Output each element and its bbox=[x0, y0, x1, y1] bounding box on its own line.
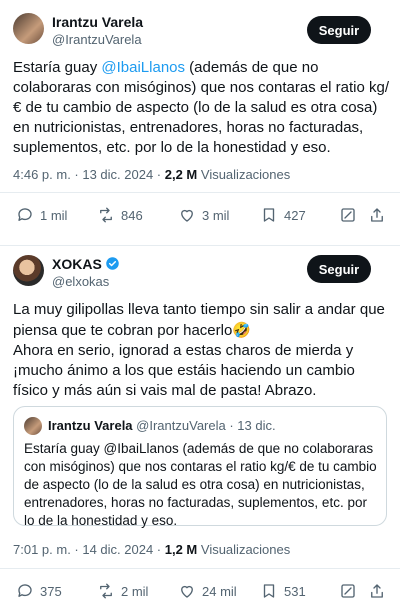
quoted-author-name: Irantzu Varela bbox=[48, 418, 133, 433]
like-count: 24 mil bbox=[202, 583, 237, 599]
reply-icon bbox=[18, 584, 32, 597]
tweet-irantzu[interactable]: Irantzu Varela @IrantzuVarela Seguir Est… bbox=[0, 0, 400, 246]
share-button[interactable] bbox=[368, 579, 386, 603]
share-icon bbox=[371, 584, 383, 598]
views-count: 1,2 M bbox=[164, 542, 198, 557]
quoted-text: Estaría guay @IbaiLlanos (además de que … bbox=[24, 441, 377, 528]
bookmark-button[interactable]: 427 bbox=[260, 203, 306, 227]
timestamp[interactable]: 4:46 p. m. · 13 dic. 2024 · bbox=[13, 167, 165, 182]
bookmark-count: 531 bbox=[284, 583, 306, 599]
grok-button[interactable] bbox=[339, 579, 357, 603]
author-handle[interactable]: @elxokas bbox=[52, 274, 109, 289]
action-bar: 375 2 mil 24 mil 531 bbox=[0, 579, 400, 603]
author-handle[interactable]: @IrantzuVarela bbox=[52, 32, 142, 47]
mention-link[interactable]: @IbaiLlanos bbox=[101, 59, 185, 76]
tweet-text-line2: Ahora en serio, ignorad a estas charos d… bbox=[13, 342, 355, 399]
author-name-text: XOKAS bbox=[52, 256, 102, 272]
grok-icon bbox=[341, 208, 355, 222]
like-icon bbox=[181, 585, 193, 598]
tweet-meta: 4:46 p. m. · 13 dic. 2024 · 2,2 M Visual… bbox=[13, 167, 290, 182]
repost-count: 2 mil bbox=[121, 583, 149, 599]
reply-icon bbox=[18, 208, 32, 221]
quoted-avatar bbox=[24, 417, 42, 435]
reply-button[interactable]: 375 bbox=[16, 579, 62, 603]
tweet-text-line1: La muy gilipollas lleva tanto tiempo sin… bbox=[13, 301, 385, 339]
tweet-text-start: Estaría guay bbox=[13, 59, 102, 76]
avatar[interactable] bbox=[13, 13, 44, 44]
tweet-xokas[interactable]: XOKAS @elxokas Seguir La muy gilipollas … bbox=[0, 246, 400, 615]
timestamp[interactable]: 7:01 p. m. · 14 dic. 2024 · bbox=[13, 542, 165, 557]
follow-button[interactable]: Seguir bbox=[307, 16, 371, 44]
quoted-header: Irantzu Varela @IrantzuVarela · 13 dic. bbox=[48, 418, 276, 433]
like-count: 3 mil bbox=[202, 207, 230, 223]
author-name[interactable]: Irantzu Varela bbox=[52, 14, 143, 30]
share-icon bbox=[371, 208, 383, 222]
views-label: Visualizaciones bbox=[197, 167, 291, 182]
laughing-emoji: 🤣 bbox=[232, 321, 252, 339]
quoted-author-handle: @IrantzuVarela · 13 dic. bbox=[136, 418, 276, 433]
divider bbox=[0, 568, 400, 569]
tweet-text: Estaría guay @IbaiLlanos (además de que … bbox=[13, 58, 391, 158]
like-button[interactable]: 24 mil bbox=[178, 579, 237, 603]
like-icon bbox=[181, 209, 193, 222]
avatar[interactable] bbox=[13, 255, 44, 286]
author-name[interactable]: XOKAS bbox=[52, 256, 120, 272]
tweet-meta: 7:01 p. m. · 14 dic. 2024 · 1,2 M Visual… bbox=[13, 542, 290, 557]
like-button[interactable]: 3 mil bbox=[178, 203, 229, 227]
divider bbox=[0, 192, 400, 193]
grok-icon bbox=[341, 584, 355, 598]
views-label: Visualizaciones bbox=[197, 542, 291, 557]
verified-icon bbox=[106, 257, 119, 270]
tweet-text: La muy gilipollas lleva tanto tiempo sin… bbox=[13, 300, 391, 401]
grok-button[interactable] bbox=[339, 203, 357, 227]
share-button[interactable] bbox=[368, 203, 386, 227]
quoted-tweet[interactable]: Irantzu Varela @IrantzuVarela · 13 dic. … bbox=[13, 406, 387, 528]
bookmark-icon bbox=[263, 208, 275, 222]
repost-button[interactable]: 846 bbox=[97, 203, 143, 227]
bookmark-icon bbox=[263, 584, 275, 598]
bookmark-button[interactable]: 531 bbox=[260, 579, 306, 603]
reply-button[interactable]: 1 mil bbox=[16, 203, 67, 227]
repost-icon bbox=[100, 583, 112, 599]
bookmark-count: 427 bbox=[284, 207, 306, 223]
views-count: 2,2 M bbox=[164, 167, 198, 182]
repost-icon bbox=[100, 207, 112, 223]
reply-count: 375 bbox=[40, 583, 62, 599]
reply-count: 1 mil bbox=[40, 207, 68, 223]
repost-button[interactable]: 2 mil bbox=[97, 579, 148, 603]
follow-button[interactable]: Seguir bbox=[307, 255, 371, 283]
action-bar: 1 mil 846 3 mil 427 bbox=[0, 203, 400, 227]
repost-count: 846 bbox=[121, 207, 143, 223]
